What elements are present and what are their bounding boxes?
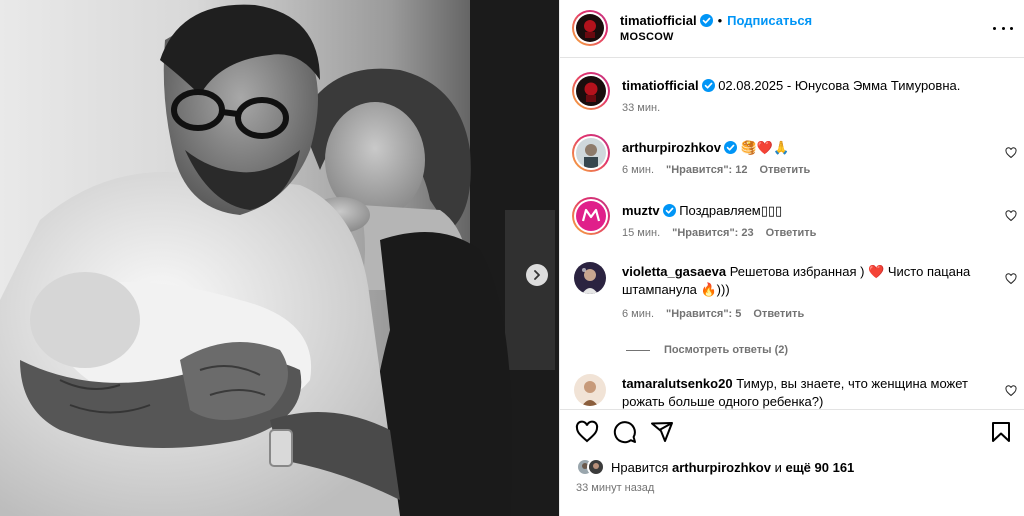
caption-text: 02.08.2025 - Юнусова Эмма Тимуровна. — [718, 78, 961, 93]
likes-others[interactable]: ещё 90 161 — [785, 460, 854, 475]
comments-list[interactable]: timatiofficial 02.08.2025 - Юнусова Эмма… — [560, 58, 1024, 409]
comment-username[interactable]: arthurpirozhkov — [622, 140, 721, 155]
comment-likes[interactable]: "Нравится": 5 — [666, 308, 741, 320]
post-photo[interactable] — [0, 0, 559, 516]
likes-line[interactable]: Нравится arthurpirozhkov и ещё 90 161 — [576, 458, 854, 476]
comment-meta: 6 мин. "Нравится": 5 Ответить — [622, 308, 816, 320]
comment-time[interactable]: 6 мин. — [622, 164, 654, 176]
comment-time[interactable]: 15 мин. — [622, 227, 660, 239]
likes-prefix: Нравится — [611, 459, 669, 475]
comment-username[interactable]: violetta_gasaeva — [622, 264, 726, 279]
comment-meta: 15 мин. "Нравится": 23 Ответить — [622, 227, 828, 239]
view-replies-label: Посмотреть ответы (2) — [664, 344, 789, 356]
comment-likes[interactable]: "Нравится": 12 — [666, 164, 747, 176]
caption-text-line: timatiofficial 02.08.2025 - Юнусова Эмма… — [622, 77, 991, 95]
share-icon[interactable] — [650, 420, 674, 444]
comment-likes[interactable]: "Нравится": 23 — [672, 227, 753, 239]
comment-avatar-image — [574, 374, 606, 406]
comment-text: Поздравляем — [679, 203, 761, 218]
comment-text-tail: ▯▯▯ — [760, 203, 783, 218]
reply-button[interactable]: Ответить — [753, 308, 804, 320]
caption-avatar-image — [576, 76, 606, 106]
heart-icon[interactable] — [1005, 147, 1017, 159]
reply-button[interactable]: Ответить — [766, 227, 817, 239]
caption-meta: 33 мин. — [622, 102, 672, 114]
comment-avatar-image — [576, 138, 606, 168]
post-header: timatiofficial • Подписаться MOSCOW — [560, 0, 1024, 58]
comment-avatar[interactable] — [574, 374, 606, 406]
comment-username[interactable]: muztv — [622, 203, 660, 218]
comment-text-line: violetta_gasaeva Решетова избранная ) ❤️… — [622, 263, 991, 299]
verified-badge-icon — [662, 204, 676, 217]
comment-text-line: muztv Поздравляем▯▯▯ — [622, 202, 991, 220]
post-side-panel: timatiofficial • Подписаться MOSCOW timati… — [559, 0, 1024, 516]
comment-text-line: tamaralutsenko20 Тимур, вы знаете, что ж… — [622, 375, 991, 409]
comment-avatar[interactable] — [572, 134, 610, 172]
view-replies-line — [626, 349, 650, 351]
comment-text: 🥞❤️🙏 — [740, 140, 790, 155]
likes-text: Нравится arthurpirozhkov и ещё 90 161 — [611, 460, 854, 475]
photo-image — [0, 0, 559, 516]
bookmark-icon[interactable] — [989, 420, 1013, 444]
header-title-line: timatiofficial • Подписаться — [620, 13, 812, 28]
follow-button[interactable]: Подписаться — [727, 13, 812, 28]
posted-time[interactable]: 33 минут назад — [576, 482, 654, 494]
caption-avatar[interactable] — [572, 72, 610, 110]
liker-avatar — [587, 458, 605, 476]
separator-dot: • — [717, 13, 723, 28]
comment-avatar-image — [574, 262, 606, 294]
heart-icon[interactable] — [575, 420, 599, 444]
liker-avatar-image — [589, 460, 603, 474]
heart-icon[interactable] — [1005, 385, 1017, 397]
chevron-right-icon — [534, 270, 540, 280]
heart-icon[interactable] — [1005, 210, 1017, 222]
next-photo-button[interactable] — [526, 264, 548, 286]
verified-badge-icon — [701, 79, 715, 92]
comment-time[interactable]: 6 мин. — [622, 308, 654, 320]
comment-meta: 6 мин. "Нравится": 12 Ответить — [622, 164, 822, 176]
comment-text-line: arthurpirozhkov 🥞❤️🙏 — [622, 139, 991, 157]
verified-badge-icon — [723, 141, 737, 154]
comment-avatar[interactable] — [572, 197, 610, 235]
verified-badge-icon — [699, 14, 713, 27]
caption-time[interactable]: 33 мин. — [622, 102, 660, 114]
view-replies-button[interactable]: Посмотреть ответы (2) — [626, 344, 788, 356]
comment-avatar[interactable] — [574, 262, 606, 294]
author-avatar[interactable] — [572, 10, 608, 46]
reply-button[interactable]: Ответить — [759, 164, 810, 176]
comment-avatar-image — [576, 201, 606, 231]
likes-user[interactable]: arthurpirozhkov — [672, 460, 771, 475]
action-bar — [560, 409, 1024, 453]
post-location[interactable]: MOSCOW — [620, 31, 674, 43]
caption-username[interactable]: timatiofficial — [622, 78, 699, 93]
author-username[interactable]: timatiofficial — [620, 13, 697, 28]
comment-icon[interactable] — [613, 420, 637, 444]
heart-icon[interactable] — [1005, 273, 1017, 285]
author-avatar-image — [576, 14, 604, 42]
likes-middle: и — [774, 459, 782, 475]
more-options-icon[interactable] — [993, 20, 1013, 36]
comment-username[interactable]: tamaralutsenko20 — [622, 376, 733, 391]
